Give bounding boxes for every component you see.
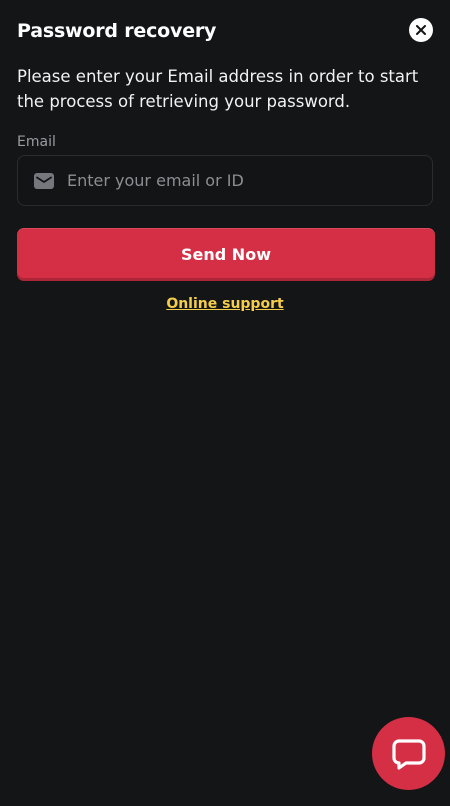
online-support-link[interactable]: Online support (0, 296, 450, 312)
modal-title: Password recovery (17, 20, 217, 42)
chat-widget-button[interactable] (372, 717, 445, 790)
close-button[interactable] (409, 18, 433, 42)
chat-bubble-icon (391, 738, 426, 770)
password-recovery-modal: Password recovery Please enter your Emai… (0, 0, 450, 806)
email-label: Email (17, 134, 56, 150)
envelope-icon (34, 173, 54, 189)
email-field-wrapper (17, 155, 433, 206)
send-now-button[interactable]: Send Now (17, 228, 435, 281)
close-icon (416, 25, 426, 35)
email-input[interactable] (67, 156, 417, 205)
modal-header: Password recovery (17, 18, 433, 46)
modal-description: Please enter your Email address in order… (17, 67, 419, 111)
